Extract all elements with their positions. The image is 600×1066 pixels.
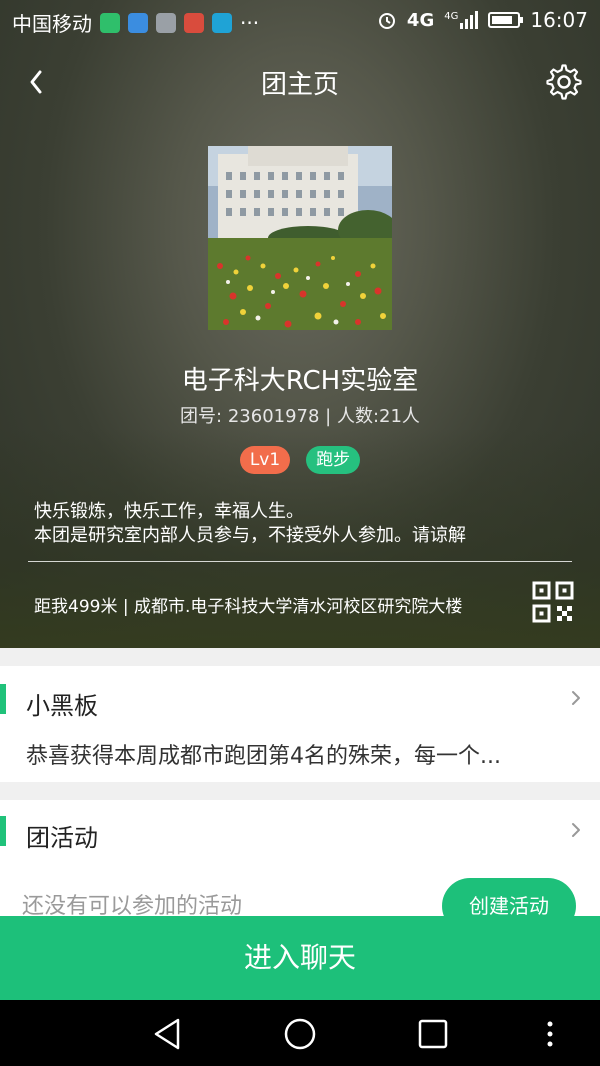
campus-building-image: [208, 146, 392, 330]
system-navigation-bar: [0, 1000, 600, 1066]
blackboard-content: 恭喜获得本周成都市跑团第4名的殊荣，每一个...: [26, 744, 501, 769]
group-id-and-members: 团号: 23601978 | 人数:21人: [180, 406, 420, 427]
group-cover-photo[interactable]: [208, 146, 392, 330]
activities-title[interactable]: 团活动: [26, 818, 98, 853]
network-type-label: 4G: [406, 9, 435, 31]
section-accent-bar: [0, 816, 6, 846]
battery-icon: [488, 12, 524, 28]
clock: 16:07: [530, 8, 588, 32]
location-text[interactable]: 距我499米 | 成都市.电子科技大学清水河校区研究院大楼: [34, 592, 462, 617]
description-line: 本团是研究室内部人员参与，不接受外人参加。请谅解: [34, 525, 466, 546]
more-notifications-icon: ···: [240, 10, 260, 35]
nav-home-icon[interactable]: [282, 1016, 318, 1052]
enter-chat-button[interactable]: 进入聊天: [0, 916, 600, 1000]
app-notification-icon: [100, 12, 120, 33]
map-notification-icon: [184, 12, 204, 33]
nav-menu-icon[interactable]: [532, 1016, 568, 1052]
carrier-label: 中国移动: [12, 12, 92, 36]
gear-icon: [546, 64, 582, 100]
page-title: 团主页: [260, 70, 339, 100]
nav-recents-icon[interactable]: [415, 1016, 451, 1052]
sport-tag: 跑步: [306, 446, 361, 474]
section-accent-bar: [0, 684, 6, 714]
qr-code-button[interactable]: [532, 581, 574, 623]
top-navbar: 团主页: [0, 54, 600, 108]
app-notification-icon: [128, 12, 148, 33]
network-type-small-label: 4G: [444, 11, 459, 22]
level-badge: Lv1: [239, 446, 291, 474]
group-tags: Lv1 跑步: [0, 446, 600, 474]
chevron-right-icon[interactable]: [568, 818, 584, 842]
image-notification-icon: [156, 12, 176, 33]
nav-back-icon[interactable]: [150, 1016, 186, 1052]
shield-notification-icon: [212, 12, 232, 33]
description-line: 快乐锻炼，快乐工作，幸福人生。: [34, 501, 304, 522]
qr-code-icon: [532, 581, 574, 623]
settings-button[interactable]: [544, 62, 584, 102]
blackboard-card[interactable]: 小黑板 恭喜获得本周成都市跑团第4名的殊荣，每一个...: [0, 666, 600, 782]
group-description: 快乐锻炼，快乐工作，幸福人生。 本团是研究室内部人员参与，不接受外人参加。请谅解: [34, 500, 466, 548]
signal-icon: 4G: [444, 11, 479, 29]
chevron-right-icon: [572, 691, 580, 705]
alarm-icon: [378, 13, 395, 29]
status-bar: 中国移动 ··· 4G 4G 16:07: [0, 0, 600, 40]
divider: [28, 561, 572, 562]
blackboard-title: 小黑板: [26, 692, 98, 720]
group-name: 电子科大RCH实验室: [181, 366, 419, 396]
